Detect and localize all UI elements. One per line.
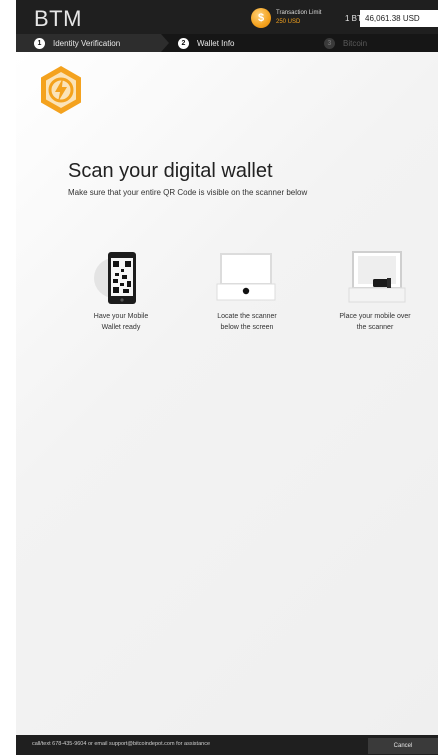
page-subtitle: Make sure that your entire QR Code is vi… [68, 188, 308, 197]
step-number: 3 [324, 37, 335, 49]
step-number: 1 [34, 37, 45, 49]
step-label: Wallet Info [197, 38, 235, 48]
header-bar: BTM $ Transaction Limit 250 USD 1 BTC 46… [16, 0, 438, 34]
instruction-mobile-wallet: Have your Mobile Wallet ready [66, 311, 176, 333]
dollar-coin-icon: $ [251, 8, 271, 28]
transaction-limit-value: 250 USD [276, 19, 301, 25]
caption-line: below the screen [220, 324, 274, 331]
step-label: Identity Verification [53, 38, 121, 48]
instruction-locate-scanner: Locate the scanner below the screen [192, 311, 302, 333]
step-identity-verification: 1 Identity Verification [34, 34, 120, 52]
step-wallet-info: 2 Wallet Info [178, 34, 235, 52]
step-bitcoin: 3 Bitcoin [324, 34, 367, 52]
phone-over-scanner-icon [348, 251, 406, 303]
step-label: Bitcoin [343, 38, 368, 48]
page-title: Scan your digital wallet [68, 160, 273, 182]
step-number: 2 [178, 37, 189, 49]
progress-steps: 1 Identity Verification 2 Wallet Info 3 … [16, 34, 438, 52]
btc-price-value: 46,061.38 USD [360, 10, 438, 27]
support-contact-text: call/text 678-435-9604 or email support@… [32, 741, 211, 747]
brand-title: BTM [34, 6, 82, 31]
caption-line: Locate the scanner [217, 313, 277, 320]
cancel-button[interactable]: Cancel [368, 738, 438, 754]
kiosk-screen: BTM $ Transaction Limit 250 USD 1 BTC 46… [16, 0, 438, 755]
bitcoin-depot-logo-icon [41, 66, 81, 114]
mobile-qr-icon [94, 252, 136, 304]
scanner-location-icon [216, 253, 276, 301]
caption-line: Wallet ready [101, 324, 141, 331]
caption-line: the scanner [356, 324, 394, 331]
footer-bar: call/text 678-435-9604 or email support@… [16, 735, 438, 755]
transaction-limit-label: Transaction Limit [276, 10, 322, 16]
caption-line: Have your Mobile [93, 313, 149, 320]
instruction-place-mobile: Place your mobile over the scanner [320, 311, 430, 333]
main-content: Scan your digital wallet Make sure that … [16, 52, 438, 735]
caption-line: Place your mobile over [339, 313, 411, 320]
